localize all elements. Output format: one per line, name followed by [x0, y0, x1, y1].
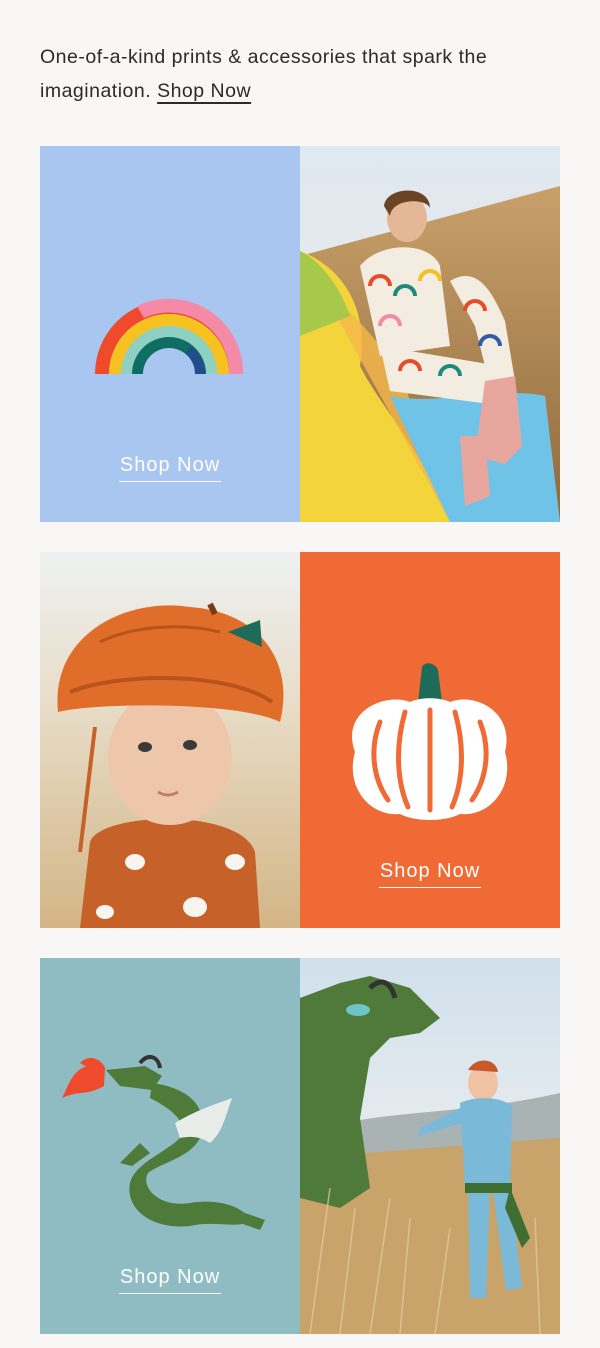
- pumpkin-shop-now-button[interactable]: Shop Now: [378, 860, 482, 888]
- girl-in-rainbow-pajamas-photo[interactable]: [300, 146, 560, 522]
- rainbow-graphic-panel[interactable]: Shop Now: [40, 146, 300, 522]
- pumpkin-graphic-panel[interactable]: Shop Now: [300, 552, 560, 928]
- intro-text: One-of-a-kind prints & accessories that …: [40, 40, 520, 108]
- rainbow-shop-now-button[interactable]: Shop Now: [118, 454, 222, 482]
- baby-in-pumpkin-hat-photo[interactable]: [40, 552, 300, 928]
- intro-shop-now-link[interactable]: Shop Now: [157, 80, 251, 102]
- dragon-shop-now-button[interactable]: Shop Now: [118, 1266, 222, 1294]
- dragon-graphic-panel[interactable]: Shop Now: [40, 958, 300, 1334]
- intro-copy: One-of-a-kind prints & accessories that …: [40, 46, 488, 102]
- boy-with-dragon-photo[interactable]: [300, 958, 560, 1334]
